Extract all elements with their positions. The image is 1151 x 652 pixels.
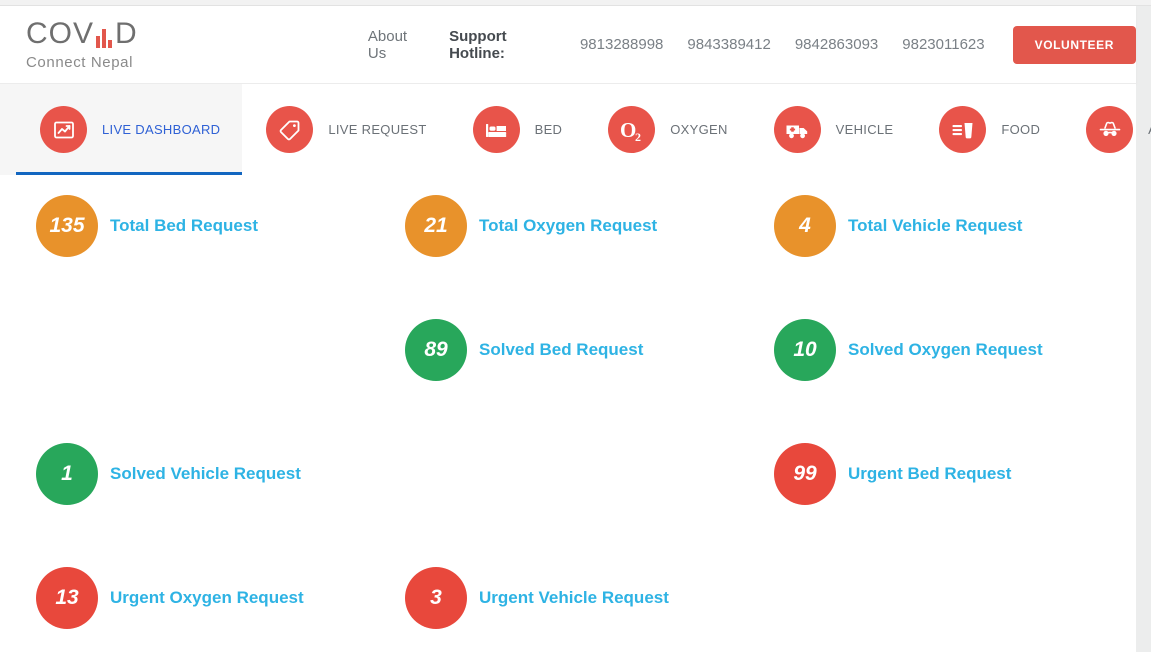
- incognito-icon: [1086, 106, 1134, 153]
- line-chart-icon: [40, 106, 87, 153]
- tab-bed[interactable]: BED: [449, 84, 585, 175]
- oxygen-o2-icon: O 2: [608, 106, 656, 153]
- stat-solved-bed-request[interactable]: 89 Solved Bed Request: [405, 319, 643, 381]
- stat-label: Urgent Bed Request: [848, 464, 1012, 483]
- stat-label: Urgent Oxygen Request: [110, 588, 304, 607]
- stat-urgent-vehicle-request[interactable]: 3 Urgent Vehicle Request: [405, 567, 669, 629]
- stat-value-badge: 89: [405, 319, 467, 381]
- stat-solved-oxygen-request[interactable]: 10 Solved Oxygen Request: [774, 319, 1043, 381]
- tab-live-dashboard-label: LIVE DASHBOARD: [102, 122, 221, 137]
- brand-tagline: Connect Nepal: [26, 54, 134, 71]
- stat-cell-empty: [369, 423, 738, 547]
- hotline-phone-4[interactable]: 9823011623: [902, 36, 984, 53]
- stat-total-bed-request[interactable]: 135 Total Bed Request: [36, 195, 258, 257]
- svg-text:2: 2: [635, 130, 641, 144]
- stat-total-oxygen-request[interactable]: 21 Total Oxygen Request: [405, 195, 657, 257]
- stat-cell: 4 Total Vehicle Request: [738, 175, 1107, 299]
- stat-row: 135 Total Bed Request 21 Total Oxygen Re…: [0, 175, 1136, 299]
- stat-cell: 10 Solved Oxygen Request: [738, 299, 1107, 423]
- nav-about-us[interactable]: About Us: [368, 28, 425, 62]
- tab-oxygen[interactable]: O 2 OXYGEN: [584, 84, 749, 175]
- bed-icon: [472, 106, 520, 153]
- stat-label: Total Oxygen Request: [479, 216, 658, 235]
- ambulance-icon: [773, 106, 821, 153]
- stat-label: Solved Vehicle Request: [110, 464, 301, 483]
- stat-row: 13 Urgent Oxygen Request 3 Urgent Vehicl…: [0, 547, 1136, 652]
- tab-ask-inform[interactable]: ASK/INFORM: [1062, 84, 1151, 175]
- stat-label: Total Vehicle Request: [848, 216, 1023, 235]
- stat-label: Solved Oxygen Request: [848, 340, 1043, 359]
- stat-cell-empty: [738, 547, 1107, 652]
- food-drink-icon: [939, 106, 987, 153]
- tab-live-dashboard[interactable]: LIVE DASHBOARD: [0, 84, 243, 175]
- main-tabbar: LIVE DASHBOARD LIVE REQUEST BED O 2 OXYG…: [0, 84, 1151, 175]
- hotline-phone-3[interactable]: 9842863093: [795, 36, 878, 53]
- tab-live-request[interactable]: LIVE REQUEST: [242, 84, 448, 175]
- hotline-phone-1[interactable]: 9813288998: [580, 36, 663, 53]
- svg-text:O: O: [620, 118, 636, 142]
- stat-urgent-bed-request[interactable]: 99 Urgent Bed Request: [774, 443, 1011, 505]
- stat-row: 89 Solved Bed Request 10 Solved Oxygen R…: [0, 299, 1136, 423]
- tab-vehicle[interactable]: VEHICLE: [750, 84, 916, 175]
- brand-logo[interactable]: COV D Connect Nepal: [26, 19, 208, 71]
- tab-bed-label: BED: [534, 122, 563, 137]
- brand-name: COV D: [26, 19, 138, 49]
- site-header: COV D Connect Nepal About Us Support Hot…: [0, 6, 1136, 84]
- stat-urgent-oxygen-request[interactable]: 13 Urgent Oxygen Request: [36, 567, 304, 629]
- stat-value-badge: 1: [36, 443, 98, 505]
- stat-cell: 1 Solved Vehicle Request: [0, 423, 369, 547]
- live-dashboard-panel: 135 Total Bed Request 21 Total Oxygen Re…: [0, 175, 1136, 652]
- volunteer-button[interactable]: VOLUNTEER: [1012, 25, 1136, 64]
- stat-cell: 3 Urgent Vehicle Request: [369, 547, 738, 652]
- stat-label: Solved Bed Request: [479, 340, 644, 359]
- stat-value-badge: 99: [774, 443, 836, 505]
- stat-solved-vehicle-request[interactable]: 1 Solved Vehicle Request: [36, 443, 301, 505]
- hotline-phone-2[interactable]: 9843389412: [687, 36, 770, 53]
- stat-label: Total Bed Request: [110, 216, 258, 235]
- stat-value-badge: 4: [774, 195, 836, 257]
- stat-row: 1 Solved Vehicle Request 99 Urgent Bed R…: [0, 423, 1136, 547]
- support-hotline-label: Support Hotline:: [449, 27, 507, 62]
- stat-value-badge: 21: [405, 195, 467, 257]
- bar-chart-icon: [96, 26, 113, 48]
- stat-value-badge: 10: [774, 319, 836, 381]
- tab-food-label: FOOD: [1001, 122, 1041, 137]
- stat-value-badge: 135: [36, 195, 98, 257]
- stat-cell: 21 Total Oxygen Request: [369, 175, 738, 299]
- tab-vehicle-label: VEHICLE: [835, 122, 894, 137]
- tab-live-request-label: LIVE REQUEST: [328, 122, 427, 137]
- brand-name-part2: D: [115, 17, 138, 50]
- header-nav: About Us Support Hotline: 9813288998 984…: [368, 25, 1136, 64]
- stat-cell: 89 Solved Bed Request: [369, 299, 738, 423]
- tab-food[interactable]: FOOD: [915, 84, 1062, 175]
- tab-oxygen-label: OXYGEN: [670, 122, 728, 137]
- stat-value-badge: 13: [36, 567, 98, 629]
- stat-cell: 13 Urgent Oxygen Request: [0, 547, 369, 652]
- stat-cell-empty: [0, 299, 369, 423]
- stat-value-badge: 3: [405, 567, 467, 629]
- tag-icon: [266, 106, 314, 153]
- brand-name-part1: COV: [26, 17, 95, 50]
- stat-cell: 135 Total Bed Request: [0, 175, 369, 299]
- stat-label: Urgent Vehicle Request: [479, 588, 669, 607]
- stat-cell: 99 Urgent Bed Request: [738, 423, 1107, 547]
- stat-total-vehicle-request[interactable]: 4 Total Vehicle Request: [774, 195, 1022, 257]
- page-root: COV D Connect Nepal About Us Support Hot…: [0, 0, 1151, 652]
